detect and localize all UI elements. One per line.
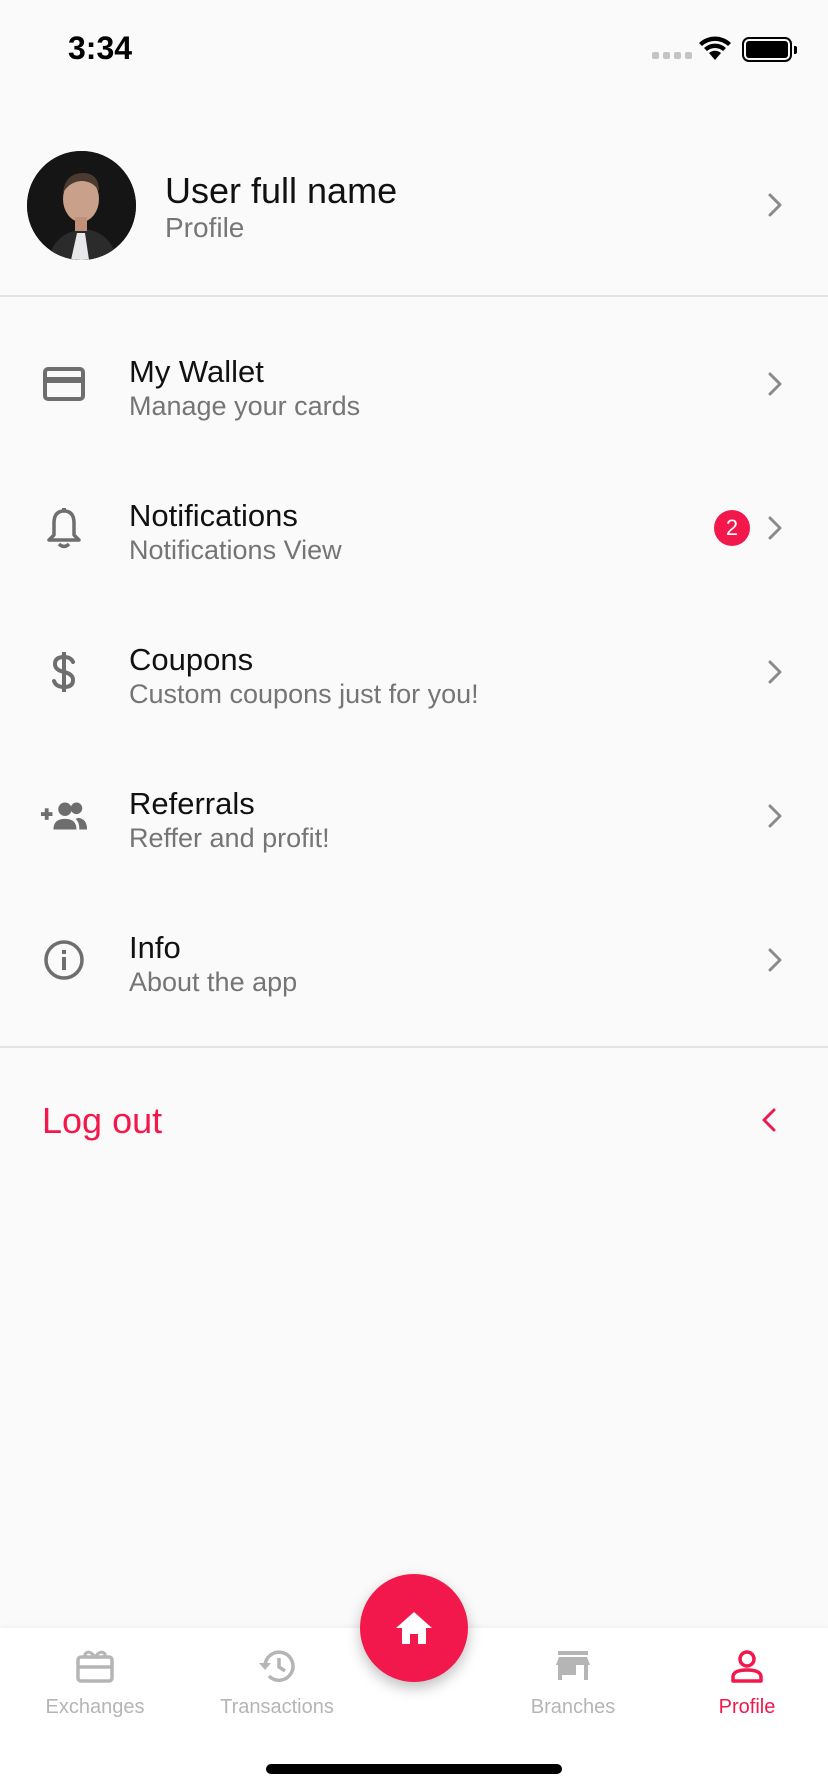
- add-people-icon: [40, 792, 88, 840]
- bell-icon: [40, 504, 88, 552]
- history-icon: [202, 1642, 352, 1690]
- nav-item-profile[interactable]: Profile: [672, 1642, 822, 1719]
- profile-name: User full name: [165, 170, 398, 211]
- profile-header[interactable]: User full name Profile: [0, 140, 828, 295]
- profile-subtitle: Profile: [165, 212, 245, 243]
- nav-item-branches[interactable]: Branches: [498, 1642, 648, 1719]
- chevron-right-icon: [768, 516, 782, 540]
- nav-label: Exchanges: [45, 1696, 145, 1718]
- chevron-left-icon: [762, 1108, 776, 1132]
- nav-item-transactions[interactable]: Transactions: [202, 1642, 352, 1719]
- nav-label: Transactions: [220, 1696, 334, 1718]
- chevron-right-icon: [768, 804, 782, 828]
- menu-item-info[interactable]: Info About the app: [0, 888, 828, 1032]
- nav-label: Branches: [530, 1696, 616, 1718]
- menu-item-subtitle: Custom coupons just for you!: [129, 679, 479, 709]
- notification-count-badge: 2: [714, 510, 750, 546]
- menu-item-referrals[interactable]: Referrals Reffer and profit!: [0, 744, 828, 888]
- nav-label: Profile: [718, 1696, 776, 1718]
- chevron-right-icon: [768, 948, 782, 972]
- cellular-signal-icon: [652, 52, 692, 59]
- avatar: [27, 151, 136, 260]
- chevron-right-icon: [768, 660, 782, 684]
- menu-item-title: Notifications: [129, 498, 298, 533]
- home-icon: [396, 1612, 432, 1644]
- menu-item-notifications[interactable]: Notifications Notifications View 2: [0, 456, 828, 600]
- home-button[interactable]: [360, 1574, 468, 1682]
- menu-item-title: Referrals: [129, 786, 255, 821]
- menu-item-wallet[interactable]: My Wallet Manage your cards: [0, 312, 828, 456]
- menu-item-title: Coupons: [129, 642, 254, 677]
- logout-label: Log out: [42, 1100, 163, 1141]
- menu-item-subtitle: Manage your cards: [129, 391, 361, 421]
- wifi-icon: [699, 36, 731, 60]
- menu-item-subtitle: About the app: [129, 967, 298, 997]
- battery-icon: [742, 37, 797, 62]
- store-icon: [498, 1642, 648, 1690]
- dollar-icon: [40, 648, 88, 696]
- logout-button[interactable]: Log out: [0, 1060, 828, 1180]
- divider: [0, 295, 828, 297]
- credit-card-icon: [40, 360, 88, 408]
- info-icon: [40, 936, 88, 984]
- nav-item-exchanges[interactable]: Exchanges: [20, 1642, 170, 1719]
- chevron-right-icon: [768, 193, 782, 217]
- menu-item-coupons[interactable]: Coupons Custom coupons just for you!: [0, 600, 828, 744]
- menu-item-subtitle: Notifications View: [129, 535, 342, 565]
- status-time: 3:34: [68, 30, 133, 66]
- profile-screen: 3:34 User full name Profile My Wallet Ma…: [0, 0, 828, 1792]
- chevron-right-icon: [768, 372, 782, 396]
- menu-item-title: My Wallet: [129, 354, 264, 389]
- menu-item-subtitle: Reffer and profit!: [129, 823, 330, 853]
- person-icon: [672, 1642, 822, 1690]
- status-bar: 3:34: [0, 0, 828, 100]
- gift-card-icon: [20, 1642, 170, 1690]
- home-indicator: [266, 1764, 562, 1774]
- menu-item-title: Info: [129, 930, 181, 965]
- divider: [0, 1046, 828, 1048]
